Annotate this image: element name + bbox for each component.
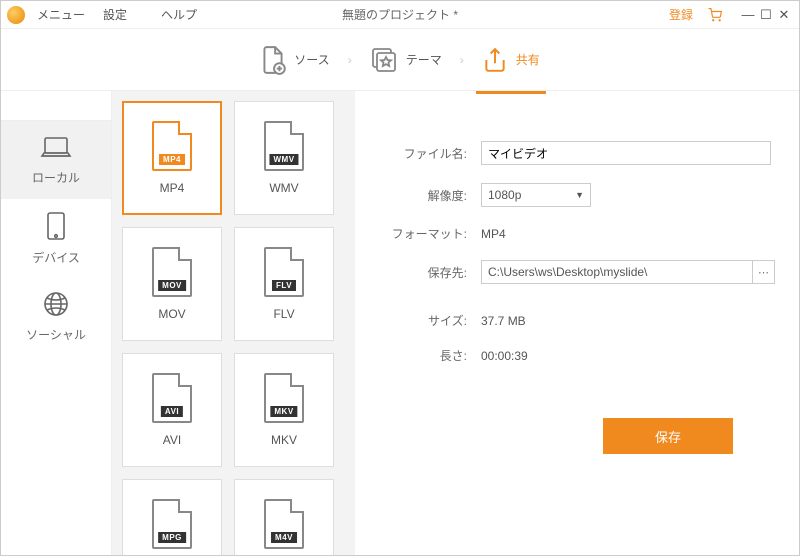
minimize-icon[interactable]: — [739,7,757,22]
step-source-label: ソース [294,51,329,68]
star-badge-icon [370,46,398,74]
help-button[interactable]: ヘルプ [161,6,197,23]
format-badge: M4V [271,532,297,543]
format-card-m4v[interactable]: M4VM4V [234,479,334,555]
format-card-mov[interactable]: MOV MOV [122,227,222,341]
step-theme-label: テーマ [406,51,442,68]
menu-button[interactable]: メニュー [37,6,85,23]
mobile-icon [46,211,66,241]
cart-icon[interactable] [707,8,723,22]
app-window: メニュー 設定 ヘルプ 無題のプロジェクト * 登録 — ☐ ✕ ソース › テ… [0,0,800,556]
format-badge: FLV [272,280,296,291]
format-value: MP4 [481,227,506,241]
ellipsis-icon: ⋯ [758,266,769,279]
length-value: 00:00:39 [481,349,528,363]
file-icon: MPG [152,499,192,549]
format-label: AVI [163,433,181,447]
format-badge: MKV [270,406,297,417]
sidebar-item-label: ソーシャル [26,326,86,343]
format-badge: WMV [269,154,298,165]
format-badge: MOV [158,280,186,291]
file-icon: AVI [152,373,192,423]
step-share[interactable]: 共有 [482,47,540,73]
close-icon[interactable]: ✕ [775,7,793,23]
browse-button[interactable]: ⋯ [753,260,775,284]
format-badge: AVI [161,406,183,417]
savepath-input[interactable]: C:\Users\ws\Desktop\myslide\ [481,260,753,284]
file-icon: WMV [264,121,304,171]
format-badge: MP4 [159,154,185,165]
share-icon [482,47,508,73]
length-label: 長さ: [379,347,467,364]
savepath-label: 保存先: [379,264,467,281]
format-panel[interactable]: MP4MP4WMVWMVMOVMOVFLVFLVAVIAVIMKVMKVMPGM… [112,91,355,555]
chevron-down-icon: ▼ [575,190,584,200]
format-card-wmv[interactable]: WMV WMV [234,101,334,215]
file-icon: M4V [264,499,304,549]
format-label: MOV [158,307,185,321]
file-icon: FLV [264,247,304,297]
size-label: サイズ: [379,312,467,329]
document-plus-icon [260,45,286,75]
laptop-icon [40,135,72,161]
save-button[interactable]: 保存 [603,418,733,454]
savepath-value: C:\Users\ws\Desktop\myslide\ [488,265,647,279]
resolution-value: 1080p [488,188,521,202]
format-card-flv[interactable]: FLV FLV [234,227,334,341]
filename-input[interactable] [481,141,771,165]
sidebar-blank [1,91,111,121]
size-value: 37.7 MB [481,314,526,328]
resolution-select[interactable]: 1080p ▼ [481,183,591,207]
filename-label: ファイル名: [379,145,467,162]
sidebar-item-device[interactable]: デバイス [1,199,111,277]
format-label: WMV [269,181,298,195]
settings-button[interactable]: 設定 [103,6,127,23]
maximize-icon[interactable]: ☐ [757,7,775,23]
register-link[interactable]: 登録 [669,6,693,23]
left-sidebar: ローカル デバイス ソーシャル [1,91,112,555]
titlebar: メニュー 設定 ヘルプ 無題のプロジェクト * 登録 — ☐ ✕ [1,1,799,29]
step-source[interactable]: ソース [260,45,329,75]
globe-icon [42,290,70,318]
sidebar-item-label: ローカル [32,169,80,186]
format-card-mp4[interactable]: MP4 MP4 [122,101,222,215]
format-card-avi[interactable]: AVI AVI [122,353,222,467]
chevron-right-icon: › [348,53,352,67]
step-theme[interactable]: テーマ [370,46,442,74]
step-bar: ソース › テーマ › 共有 [1,29,799,91]
file-icon: MOV [152,247,192,297]
resolution-label: 解像度: [379,187,467,204]
sidebar-item-label: デバイス [32,249,80,266]
format-card-mkv[interactable]: MKV MKV [234,353,334,467]
main-area: ローカル デバイス ソーシャル MP4MP4WMVWMVMOVMOVFLVFLV… [1,91,799,555]
format-label: MP4 [160,181,185,195]
sidebar-item-social[interactable]: ソーシャル [1,277,111,355]
app-logo-icon [7,6,25,24]
format-label: FLV [273,307,294,321]
file-icon: MKV [264,373,304,423]
file-icon: MP4 [152,121,192,171]
format-badge: MPG [158,532,186,543]
window-title: 無題のプロジェクト * [342,6,458,23]
sidebar-item-local[interactable]: ローカル [1,121,111,199]
format-label: MKV [271,433,297,447]
export-form: ファイル名: 解像度: 1080p ▼ フォーマット: MP4 保存先: C:\… [355,91,799,555]
step-share-label: 共有 [516,51,540,68]
chevron-right-icon: › [460,53,464,67]
format-label: フォーマット: [379,225,467,242]
format-card-mpg[interactable]: MPGMPG [122,479,222,555]
